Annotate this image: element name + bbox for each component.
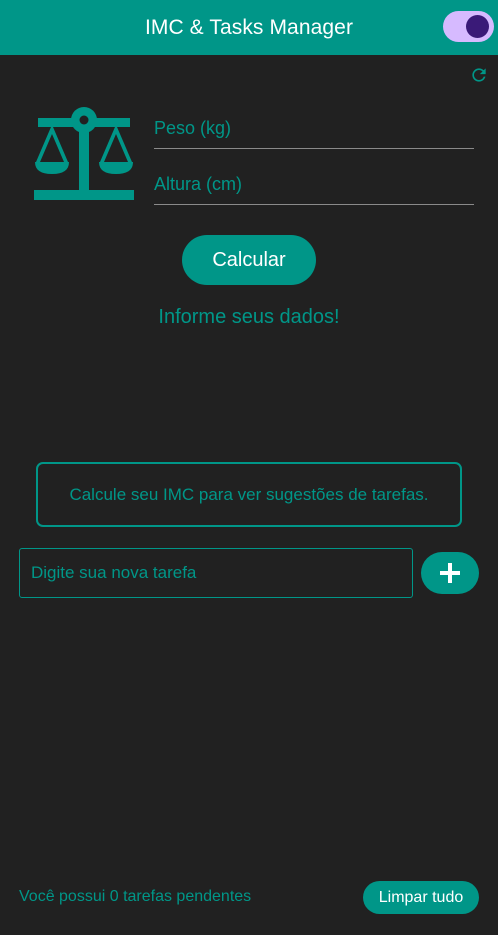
- suggestions-message: Calcule seu IMC para ver sugestões de ta…: [69, 484, 429, 504]
- theme-toggle-knob: [466, 15, 489, 38]
- imc-result-text: Informe seus dados!: [158, 306, 340, 328]
- add-task-button[interactable]: [421, 552, 479, 594]
- theme-toggle[interactable]: [443, 11, 494, 42]
- peso-input[interactable]: [154, 109, 474, 148]
- app-bar: IMC & Tasks Manager: [0, 0, 498, 55]
- scale-icon: [34, 107, 134, 200]
- altura-input[interactable]: [154, 165, 474, 204]
- app-title: IMC & Tasks Manager: [144, 15, 354, 39]
- altura-field[interactable]: [154, 165, 474, 205]
- peso-field[interactable]: [154, 109, 474, 149]
- calcular-button[interactable]: Calcular: [182, 235, 316, 285]
- new-task-input[interactable]: [20, 549, 412, 597]
- new-task-field[interactable]: [19, 548, 413, 598]
- refresh-icon[interactable]: [469, 65, 489, 85]
- suggestions-box: Calcule seu IMC para ver sugestões de ta…: [36, 462, 462, 527]
- plus-icon: [440, 563, 460, 583]
- clear-all-button[interactable]: Limpar tudo: [363, 881, 479, 914]
- pending-tasks-count: Você possui 0 tarefas pendentes: [19, 888, 252, 905]
